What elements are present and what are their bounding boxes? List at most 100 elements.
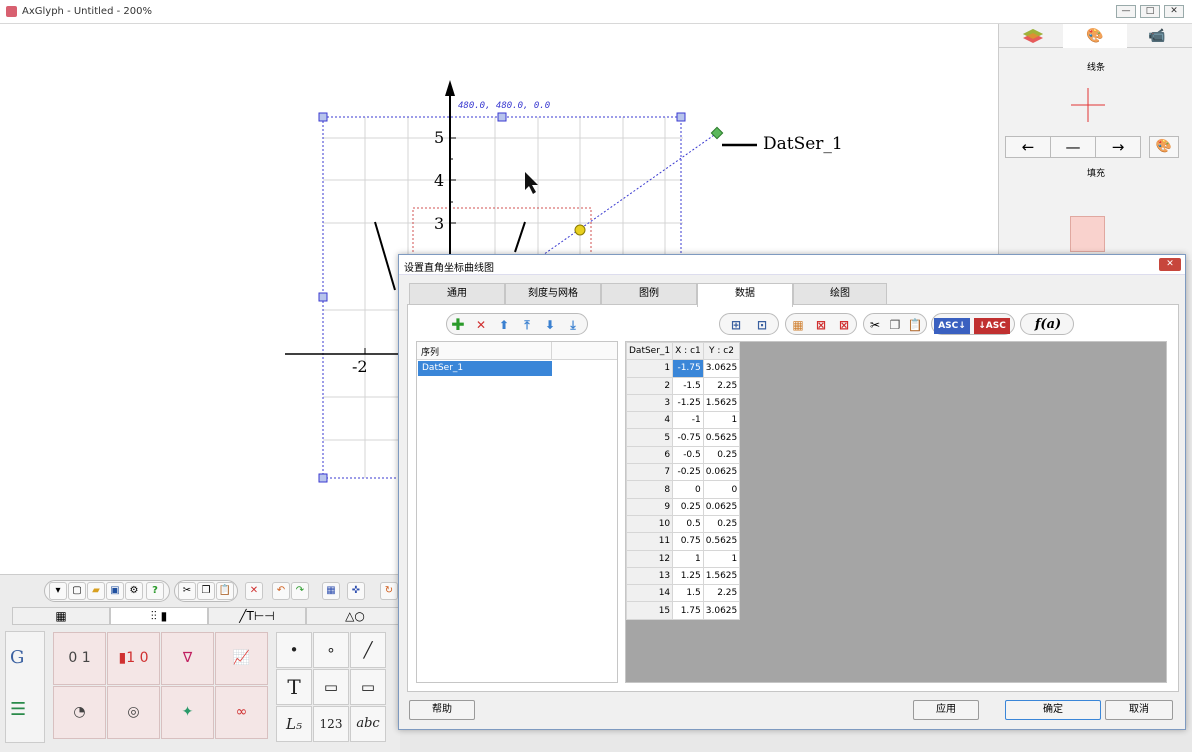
paste-icon[interactable]: 📋: [216, 582, 234, 600]
resize-grid-icon[interactable]: ⊡: [752, 315, 772, 335]
move-down-icon[interactable]: ⬇: [540, 315, 560, 335]
row-number[interactable]: 5: [625, 428, 674, 447]
y-cell[interactable]: 1.5625: [702, 566, 741, 586]
open-folder-icon[interactable]: ▰: [87, 582, 105, 600]
table-row[interactable]: 13 1.25 1.5625: [625, 566, 741, 586]
colorbar-tool[interactable]: ▮1 0: [107, 632, 160, 685]
apply-button[interactable]: 应用: [913, 700, 979, 720]
series-list-item[interactable]: DatSer_1: [418, 361, 552, 376]
table-row[interactable]: 6 -0.5 0.25: [625, 445, 741, 465]
parametric-tool[interactable]: ∞: [215, 686, 268, 739]
cut-cells-icon[interactable]: ✂: [865, 315, 885, 335]
x-cell[interactable]: 0.5: [672, 514, 704, 534]
tab-graphs[interactable]: ▦: [12, 607, 110, 625]
x-cell[interactable]: -0.75: [672, 428, 704, 447]
camera-icon[interactable]: 📹: [1125, 24, 1189, 48]
y-cell[interactable]: 2.25: [702, 376, 741, 395]
sort-ascending-icon[interactable]: ASC↓: [934, 318, 970, 334]
arrow-right-button[interactable]: →: [1095, 136, 1141, 158]
cancel-button[interactable]: 取消: [1105, 700, 1173, 720]
number-tool[interactable]: 123: [313, 706, 349, 742]
vector-field-tool[interactable]: ∇: [161, 632, 214, 685]
copy-icon[interactable]: ❐: [197, 582, 215, 600]
tab-shapes[interactable]: △○: [306, 607, 404, 625]
row-number[interactable]: 11: [625, 532, 674, 551]
x-cell[interactable]: -1: [672, 411, 704, 430]
y-cell[interactable]: 0.5625: [702, 428, 741, 447]
data-table[interactable]: DatSer_1 X : c1 Y : c2 1 -1.75 3.0625 2 -1.5…: [625, 341, 741, 620]
new-file-icon[interactable]: ▢: [68, 582, 86, 600]
snap-icon[interactable]: ✜: [347, 582, 365, 600]
table-row[interactable]: 7 -0.25 0.0625: [625, 463, 741, 482]
table-row[interactable]: 800: [625, 480, 741, 499]
x-cell[interactable]: -0.5: [672, 445, 704, 465]
y-cell[interactable]: 0.25: [702, 445, 741, 465]
column-header-y[interactable]: Y : c2: [702, 341, 741, 361]
x-cell[interactable]: 0.75: [672, 532, 704, 551]
row-number[interactable]: 14: [625, 584, 674, 603]
hollow-point-tool[interactable]: ∘: [313, 632, 349, 668]
table-row[interactable]: 4 -1 1: [625, 411, 741, 430]
table-row[interactable]: 5 -0.75 0.5625: [625, 428, 741, 447]
pie-chart-tool[interactable]: ◔: [53, 686, 106, 739]
cut-icon[interactable]: ✂: [178, 582, 196, 600]
formula-button[interactable]: f(a): [1026, 315, 1070, 335]
row-number[interactable]: 15: [625, 601, 674, 620]
dialog-close-button[interactable]: ✕: [1159, 258, 1181, 271]
grid-icon[interactable]: ▦: [322, 582, 340, 600]
tab-lines-text[interactable]: ╱T⊢⊣: [208, 607, 306, 625]
help-button[interactable]: 帮助: [409, 700, 475, 720]
undo-icon[interactable]: ↶: [272, 582, 290, 600]
y-cell[interactable]: 0.5625: [702, 532, 741, 551]
fill-color-swatch[interactable]: [1070, 216, 1105, 252]
y-cell[interactable]: 0.0625: [702, 463, 741, 482]
x-cell[interactable]: 1.75: [672, 601, 704, 620]
delete-row-icon[interactable]: ⊠: [811, 315, 831, 335]
x-cell[interactable]: 1: [672, 549, 704, 568]
x-cell[interactable]: 1.25: [672, 566, 704, 586]
column-header-x[interactable]: X : c1: [672, 341, 704, 361]
delete-series-icon[interactable]: ✕: [471, 315, 491, 335]
point-tool[interactable]: •: [276, 632, 312, 668]
line-chart-tool[interactable]: 📈: [215, 632, 268, 685]
y-cell[interactable]: 3.0625: [702, 601, 741, 620]
speech-bubble-tool[interactable]: ▭: [350, 669, 386, 705]
row-number[interactable]: 6: [625, 445, 674, 465]
table-row[interactable]: 2 -1.5 2.25: [625, 376, 741, 395]
tab-ticks-grid[interactable]: 刻度与网格: [505, 283, 601, 305]
table-row[interactable]: 11 0.75 0.5625: [625, 532, 741, 551]
maximize-button[interactable]: □: [1140, 5, 1160, 18]
surface-tool[interactable]: ✦: [161, 686, 214, 739]
paste-cells-icon[interactable]: 📋: [905, 315, 925, 335]
y-cell[interactable]: 0.0625: [702, 497, 741, 516]
ok-button[interactable]: 确定: [1005, 700, 1101, 720]
callout-tool[interactable]: ▭: [313, 669, 349, 705]
insert-column-icon[interactable]: ▦: [788, 315, 808, 335]
table-row[interactable]: 14 1.5 2.25: [625, 584, 741, 603]
sort-descending-icon[interactable]: ↓ASC: [974, 318, 1010, 334]
y-cell[interactable]: 0.25: [702, 514, 741, 534]
row-number[interactable]: 8: [625, 480, 674, 499]
settings-icon[interactable]: ⚙: [125, 582, 143, 600]
tab-charts[interactable]: ⫶⫶ ▮: [110, 607, 208, 625]
italic-text-tool[interactable]: abc: [350, 706, 386, 742]
text-tool[interactable]: T: [276, 669, 312, 705]
layers-tool-icon[interactable]: ☰: [10, 699, 26, 720]
arrow-none-button[interactable]: —: [1050, 136, 1096, 158]
help-icon[interactable]: ?: [146, 582, 164, 600]
style-palette-button[interactable]: 🎨: [1149, 136, 1179, 158]
x-cell[interactable]: 1.5: [672, 584, 704, 603]
y-cell[interactable]: 1: [702, 549, 741, 568]
y-cell[interactable]: 1.5625: [702, 393, 741, 413]
delete-icon[interactable]: ✕: [245, 582, 263, 600]
tab-general[interactable]: 通用: [409, 283, 505, 305]
y-cell[interactable]: 0: [702, 480, 741, 499]
close-button[interactable]: ✕: [1164, 5, 1184, 18]
row-number[interactable]: 10: [625, 514, 674, 534]
math-label-tool[interactable]: L₅: [276, 706, 312, 742]
x-cell[interactable]: -1.75: [672, 359, 704, 378]
tab-plot[interactable]: 绘图: [793, 283, 887, 305]
insert-row-icon[interactable]: ⊞: [726, 315, 746, 335]
palette-icon[interactable]: 🎨: [1063, 24, 1127, 48]
row-number[interactable]: 4: [625, 411, 674, 430]
